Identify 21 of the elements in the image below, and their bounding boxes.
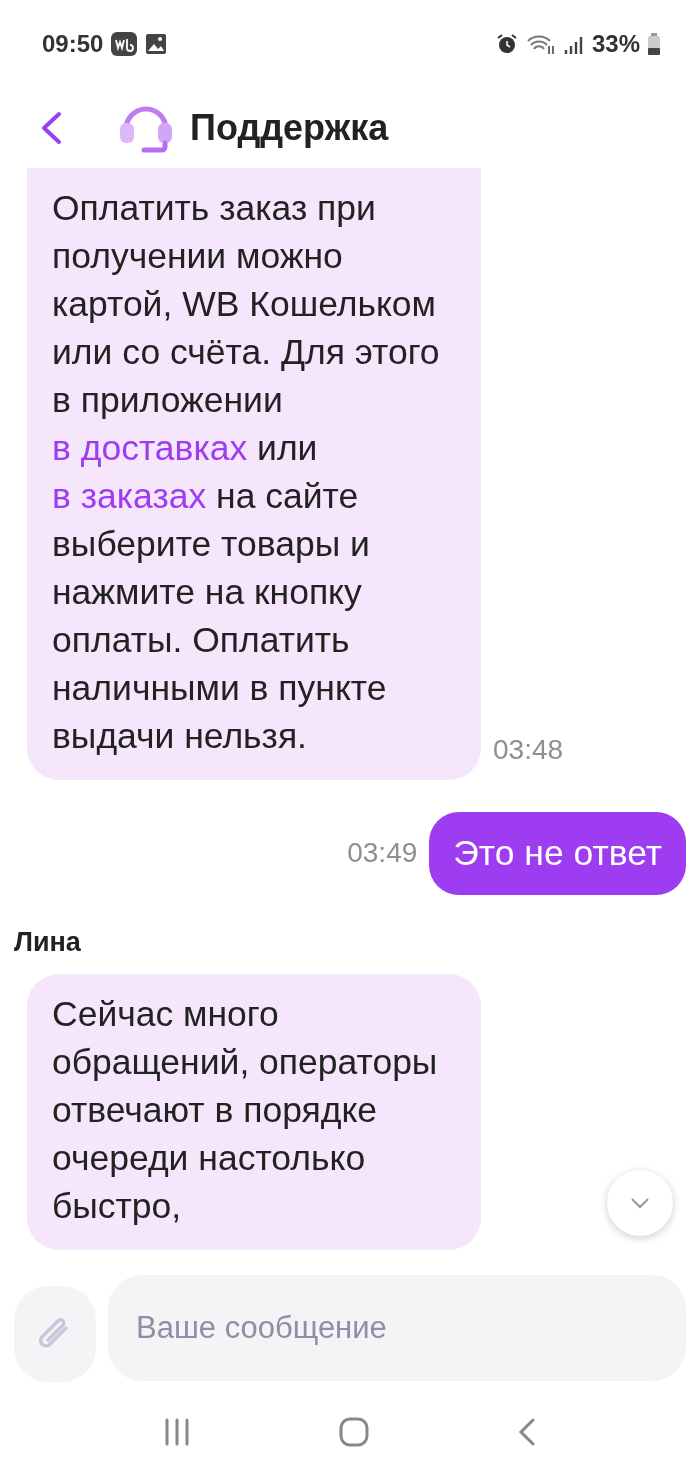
message-time: 03:49 — [347, 837, 418, 870]
message-bubble: Это не ответ — [429, 811, 686, 895]
battery-percent: 33% — [591, 29, 640, 58]
message-link[interactable]: в доставках — [52, 427, 248, 468]
back-icon[interactable] — [517, 1417, 536, 1446]
chevron-down-icon — [629, 1195, 651, 1210]
home-icon[interactable] — [339, 1416, 369, 1447]
message-bubble: Сейчас много обращений, операторы отвечают в порядке очереди настолько быстро, — [27, 973, 481, 1250]
message-input[interactable]: Ваше сообщение — [108, 1275, 686, 1382]
message-time: 03:48 — [493, 733, 564, 767]
back-icon — [40, 110, 62, 145]
battery-icon — [648, 32, 660, 55]
image-notification-icon — [145, 32, 168, 55]
chat-title: Поддержка — [190, 106, 389, 149]
clock-time: 09:50 — [42, 29, 104, 58]
alarm-icon — [495, 32, 518, 55]
recent-apps-icon[interactable] — [164, 1417, 191, 1446]
message-bubble: Оплатить заказ при получении можно картой, WB Кошельком или со счёта. Для этого в приложении в доставках или в заказах на сайте выберите товары и нажмите на кнопку оплаты. Оплатить наличными в пункте выдачи нельзя. — [27, 167, 481, 780]
app-notification-icon — [111, 31, 138, 56]
sender-name: Лина — [14, 926, 81, 958]
message-link[interactable]: в заказах — [52, 475, 207, 516]
